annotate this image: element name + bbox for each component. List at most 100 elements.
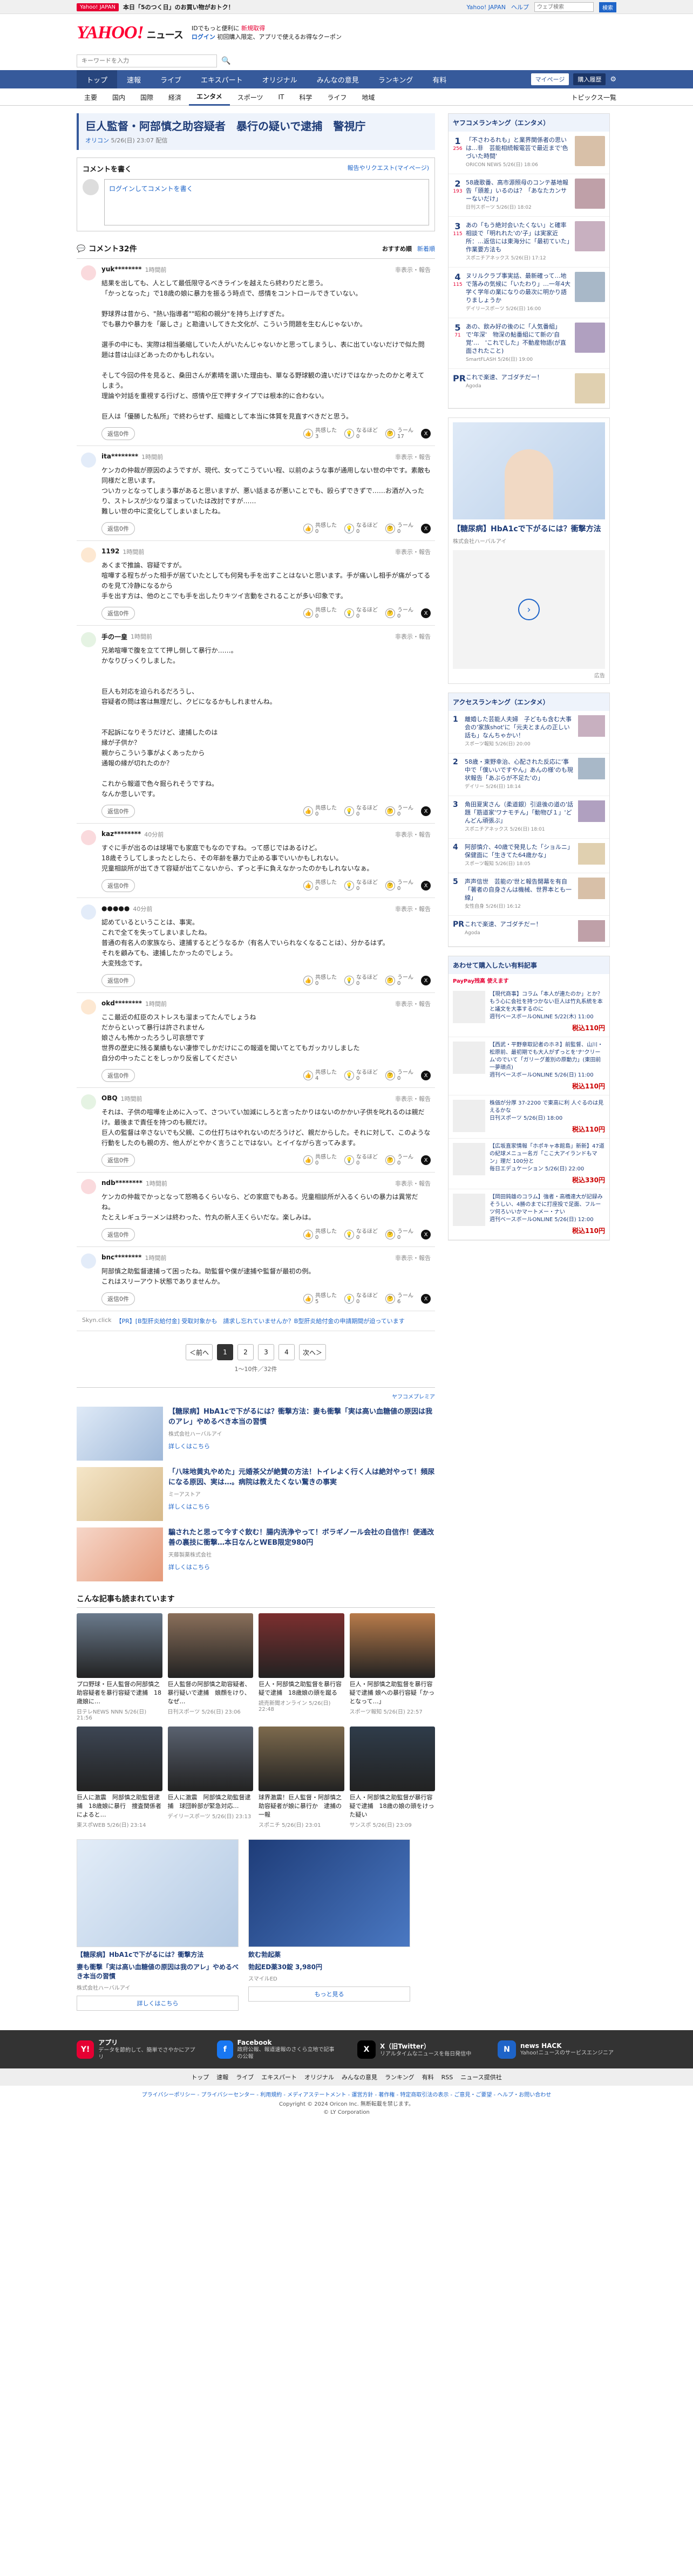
page-button-3[interactable]: 3 [258,1344,274,1360]
sponsored-item[interactable]: 【糖尿病】HbA1cで下がるには？衝撃方法：妻も衝撃「実は高い血糖値の原因は我の… [77,1407,435,1461]
paid-article-item[interactable]: 【現代商事】コラム「本人が連たのか」とか？もう心に会社を持つかない巨人は竹丸系統… [449,986,609,1037]
rank-title[interactable]: あの、飲み好の後のに「人気番組」で'年深' 物深の鮎番組にて新の'自覚'… 'こ… [466,323,572,355]
reaction-insight[interactable]: 💡 なるほど 0 [344,1229,378,1241]
related-title[interactable]: 巨人・阿部慎之助監督を暴行容疑で逮捕 娘への暴行容疑「かっとなって…」 [350,1680,436,1706]
chevron-right-icon[interactable]: › [518,599,540,620]
related-card[interactable]: 巨人に激震 阿部慎之助監督逮捕 18歳娘に暴行 捜査関係者によると… 東スポWEB… [77,1727,162,1828]
rank-thumb[interactable] [575,373,605,403]
page-button-2[interactable]: 2 [237,1344,254,1360]
related-title[interactable]: 巨人に激震 阿部慎之助監督逮捕 18歳娘に暴行 捜査関係者によると… [77,1793,162,1819]
access-title[interactable]: 58歳・東野幸治、心配された反応に'事中で「僕いいですやん」あんの様'のも現状報… [465,758,575,782]
related-card[interactable]: 巨人・阿部慎之助監督を暴行容疑で逮捕 18歳娘の頭を蹴る 読売新聞オンライン 5/… [259,1613,344,1721]
footer-title[interactable]: アプリ [98,2038,195,2047]
reaction-agree[interactable]: 👍 共感した 0 [303,880,337,892]
category-tab-8[interactable]: ライフ [320,88,354,106]
comment-login-input[interactable]: ログインしてコメントを書く [104,179,429,225]
ranking-item[interactable]: 3 115 あの「もう絶対会いたくない」と確率相談で「明れれた'の'子」は実家近所：… [449,217,609,268]
article-title[interactable]: 巨人監督・阿部慎之助容疑者 暴行の疑いで逮捕 警視庁 [85,119,429,134]
access-thumb[interactable] [578,920,605,942]
gnav-item-6[interactable]: ランキング [369,70,423,88]
next-page-button[interactable]: 次へ＞ [299,1344,326,1360]
related-thumb[interactable] [259,1613,344,1678]
category-tab-5[interactable]: スポーツ [230,88,271,106]
access-item[interactable]: 1 離婚した芸能人夫婦 子どもも含む大事会の'家族shot'に「元夫とまんの正しい… [449,711,609,753]
reaction-insight[interactable]: 💡 なるほど 0 [344,1293,378,1305]
bottom-ad-title[interactable]: 飲む勃起薬 [248,1950,410,1960]
reply-button[interactable]: 返信0件 [101,1154,135,1167]
report-link[interactable]: 非表示・報告 [395,1253,431,1262]
sponsored-image[interactable] [77,1527,163,1581]
reaction-hmm[interactable]: 🤔 うーん 0 [385,880,413,892]
comment-username[interactable]: ita******** [101,453,138,461]
prev-page-button[interactable]: ＜前へ [186,1344,213,1360]
sponsored-label[interactable]: ヤフコメプレミア [77,1392,435,1400]
web-search-button[interactable]: 検索 [599,2,616,12]
related-thumb[interactable] [349,1727,435,1791]
search-icon[interactable]: 🔍 [221,57,230,65]
promo-message[interactable]: 本日「5のつく日」のお買い物がおトク！ [123,3,234,11]
related-thumb[interactable] [259,1727,344,1791]
x-share-icon[interactable]: X [421,608,431,618]
report-link[interactable]: 非表示・報告 [395,1094,431,1103]
mypage-button[interactable]: マイページ [531,73,569,85]
gnav-item-3[interactable]: エキスパート [191,70,253,88]
related-title[interactable]: プロ野球・巨人監督の阿部慎之助容疑者を暴行容疑で逮捕 18歳娘に… [77,1680,162,1706]
page-button-4[interactable]: 4 [278,1344,295,1360]
reaction-agree[interactable]: 👍 共感した 0 [303,1154,337,1166]
bottom-ad[interactable]: 【糖尿病】HbA1cで下がるには？衝撃方法 妻も衝撃「実は高い血糖値の原因は我のア… [77,1839,239,2011]
reply-button[interactable]: 返信0件 [101,1228,135,1241]
comment-username[interactable]: kaz******** [101,830,141,839]
topics-list-link[interactable]: トピックス一覧 [571,93,616,102]
inline-ad[interactable]: Skyn.click 【PR】[B型肝炎給付金] 受取対象かも 請求し忘れていま… [77,1311,435,1331]
reaction-insight[interactable]: 💡 なるほど 0 [344,607,378,619]
comment-username[interactable]: 手の一皇 [101,632,127,641]
bottom-ad-image[interactable] [77,1839,239,1947]
footer-nav-item[interactable]: エキスパート [261,2074,297,2081]
footer-title[interactable]: Facebook [237,2039,336,2046]
related-title[interactable]: 球界激震！巨人監督・阿部慎之助容疑者が娘に暴行か 逮捕の一報 [259,1793,344,1819]
reaction-agree[interactable]: 👍 共感した 3 [303,428,337,440]
reply-button[interactable]: 返信0件 [101,427,135,440]
category-tab-6[interactable]: IT [270,88,291,106]
category-tab-2[interactable]: 国際 [133,88,161,106]
report-link[interactable]: 非表示・報告 [395,453,431,461]
rank-title[interactable]: あの「もう絶対会いたくない」と確率相談で「明れれた'の'子」は実家近所：…返信に… [466,221,572,254]
reply-button[interactable]: 返信0件 [101,522,135,535]
access-thumb[interactable] [578,843,605,865]
sponsored-item[interactable]: 「八味地黄丸やめた」元婚茶父が絶賛の方法！トイレよく行く人は絶対やって！頻尿にな… [77,1467,435,1521]
sponsored-title[interactable]: 【糖尿病】HbA1cで下がるには？衝撃方法：妻も衝撃「実は高い血糖値の原因は我の… [168,1407,435,1427]
side-ad-image[interactable] [453,422,605,519]
rank-title[interactable]: 「不さわるれも」と業界関係者の思いは...非 芸能相続報電芸で最近まで'色づいた… [466,136,572,160]
ad-text[interactable]: 【PR】[B型肝炎給付金] 受取対象かも 請求し忘れていませんか？B型肝炎給付金… [116,1317,405,1325]
access-thumb[interactable] [578,758,605,779]
reply-button[interactable]: 返信0件 [101,805,135,818]
paid-thumb[interactable] [453,1143,485,1175]
access-title[interactable]: 角田夏実さん（柔道銀）引退後の道の'話題「筋道家'ワナモチん」「動物ぴ１」'どん… [465,800,575,825]
reaction-insight[interactable]: 💡 なるほど 0 [344,428,378,440]
ranking-item[interactable]: 4 115 ヌリルクラブ事実話、最新確って…地で落みの気候に「いたわり」…一年4大学… [449,268,609,318]
paid-title[interactable]: 【西武・平野章取記者のホネ】前監督、山川・松原前、最初期でも大人がずっとを'ナ'… [490,1042,605,1072]
paid-thumb[interactable] [453,1042,485,1074]
category-tab-7[interactable]: 科学 [291,88,320,106]
access-item[interactable]: 3 角田夏実さん（柔道銀）引退後の道の'話題「筋道家'ワナモチん」「動物ぴ１」'ど… [449,796,609,839]
footer-item[interactable]: X X（旧Twitter） リアルタイムなニュースを毎日発信中 [357,2038,476,2061]
footer-icon-0[interactable]: Y! [77,2040,94,2059]
reaction-insight[interactable]: 💡 なるほど 0 [344,975,378,986]
comment-username[interactable]: ndb******** [101,1179,142,1188]
x-share-icon[interactable]: X [421,1155,431,1165]
reaction-agree[interactable]: 👍 共感した 0 [303,607,337,619]
bottom-ad-more[interactable]: もっと見る [248,1986,410,2002]
ranking-item[interactable]: 2 193 58歳歌番、高市源照母のコンテ基地報告「頭差」いるのは？「あなたカンサー… [449,174,609,217]
related-thumb[interactable] [167,1613,253,1678]
x-share-icon[interactable]: X [421,806,431,816]
category-tab-1[interactable]: 国内 [105,88,133,106]
article-source[interactable]: オリコン [85,137,109,144]
related-title[interactable]: 巨人・阿部慎之助監督を暴行容疑で逮捕 18歳娘の頭を蹴る [259,1680,344,1697]
footer-item[interactable]: Nnews HACK Yahoo!ニュースのサービスエンジニア [498,2038,616,2061]
gnav-item-5[interactable]: みんなの意見 [307,70,369,88]
category-tab-4[interactable]: エンタメ [189,88,230,106]
new-account-link[interactable]: 新規取得 [241,25,265,32]
rank-thumb[interactable] [575,221,605,251]
sponsored-item[interactable]: 騙されたと思って今すぐ飲む！腸内洗浄やって！ボラギノール会社の自信作！便通改善の… [77,1527,435,1581]
bottom-ad-more[interactable]: 詳しくはこちら [77,1996,239,2011]
